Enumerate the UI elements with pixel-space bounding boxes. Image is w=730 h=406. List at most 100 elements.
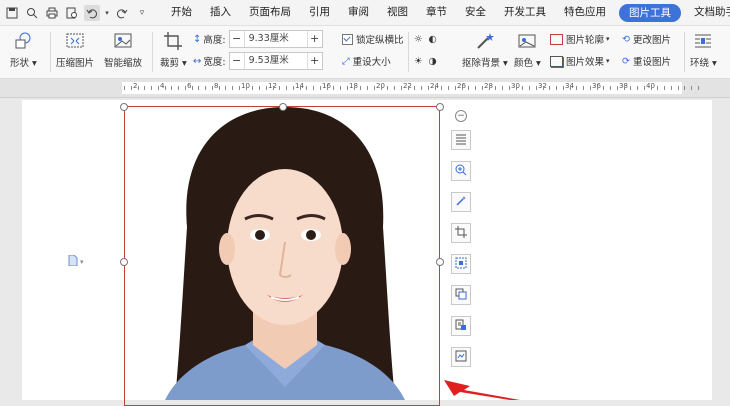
ruler-tick (158, 86, 159, 90)
resize-handle-top[interactable] (279, 103, 287, 111)
paragraph-marker[interactable]: ▾ (68, 254, 84, 269)
ruler-tick (455, 86, 456, 90)
change-picture-button[interactable]: ⟲ 更改图片 (622, 30, 671, 48)
ruler-tick (516, 86, 517, 90)
width-stepper[interactable]: − 9.53厘米 + (228, 52, 323, 70)
menu-bar: ▾ ▿ 开始 插入 页面布局 引用 审阅 视图 章节 安全 开发工具 特色应用 … (0, 0, 730, 26)
width-increase-button[interactable]: + (308, 53, 322, 69)
chevron-down-icon: ▾ (80, 258, 84, 266)
ruler-tick (684, 86, 685, 90)
change-picture-icon: ⟲ (622, 33, 630, 45)
color-palette-icon (516, 30, 538, 52)
print-preview-icon[interactable] (24, 5, 40, 21)
save-icon[interactable] (4, 5, 20, 21)
width-row: ↔ 宽度: − 9.53厘米 + (193, 52, 323, 70)
ruler-tick (529, 86, 530, 90)
picture-effect-label: 图片效果 (566, 57, 605, 68)
tab-sections[interactable]: 章节 (417, 0, 456, 25)
reset-picture-button[interactable]: ⟳ 重设图片 (622, 52, 671, 70)
smart-zoom-button[interactable]: 智能缩放 (104, 26, 142, 69)
ruler-tick (462, 86, 463, 90)
brightness-down-icon[interactable]: ☀ (414, 56, 423, 67)
change-picture-label: 更改图片 (632, 35, 671, 46)
width-label: 宽度: (203, 57, 226, 68)
tab-page-layout[interactable]: 页面布局 (240, 0, 300, 25)
ruler-tick (414, 86, 415, 90)
layout-options-icon (455, 133, 467, 148)
reset-size-button[interactable]: ⤢ 重设大小 (342, 52, 391, 70)
remove-background-button[interactable]: 抠除背景 ▾ (462, 26, 508, 69)
zoom-picture-button[interactable] (451, 161, 471, 181)
layout-options-button[interactable] (451, 130, 471, 150)
undo-icon[interactable] (84, 4, 100, 21)
ruler-tick (475, 86, 476, 90)
height-increase-button[interactable]: + (308, 31, 322, 47)
picture-effect-button[interactable]: 图片效果 ▾ (550, 52, 610, 70)
brightness-controls-2: ☀ ◑ (414, 52, 437, 70)
height-input[interactable]: 9.33厘米 (243, 31, 308, 47)
tab-security[interactable]: 安全 (456, 0, 495, 25)
ruler-tick (664, 86, 665, 90)
brightness-up-icon[interactable]: ☼ (414, 34, 423, 45)
frame-picture-button[interactable] (451, 254, 471, 274)
height-stepper[interactable]: − 9.33厘米 + (228, 30, 323, 48)
resize-handle-right[interactable] (436, 258, 444, 266)
tab-review[interactable]: 审阅 (339, 0, 378, 25)
ruler-tick (333, 86, 334, 90)
vertical-scrollbar[interactable] (716, 100, 730, 400)
convert-picture-button[interactable] (451, 285, 471, 305)
tab-references[interactable]: 引用 (300, 0, 339, 25)
ruler-label: 4 (160, 82, 165, 90)
contrast-up-icon[interactable]: ◐ (429, 34, 437, 45)
tab-view[interactable]: 视图 (378, 0, 417, 25)
remove-background-label: 抠除背景 (462, 58, 501, 69)
lock-aspect-checkbox[interactable]: 锁定纵横比 (342, 30, 404, 48)
tab-doc-assistant[interactable]: 文档助手 (685, 0, 730, 25)
crop-picture-button[interactable] (451, 223, 471, 243)
height-decrease-button[interactable]: − (230, 31, 244, 47)
ruler-tick (185, 86, 186, 90)
crop-button[interactable]: 裁剪 ▾ (160, 26, 187, 69)
ruler-tick (165, 86, 166, 90)
color-button[interactable]: 颜色 ▾ (514, 26, 541, 69)
resize-handle-top-right[interactable] (436, 103, 444, 111)
ruler-tick (610, 86, 611, 90)
zoom-preview-icon[interactable] (64, 5, 80, 21)
ruler-tick (239, 86, 240, 90)
compress-picture-button[interactable]: 压缩图片 (56, 26, 94, 69)
lock-aspect-check-icon (342, 33, 353, 45)
ruler-tick (509, 86, 510, 90)
picture-translate-button[interactable] (451, 347, 471, 367)
tab-developer[interactable]: 开发工具 (495, 0, 555, 25)
contrast-down-icon[interactable]: ◑ (429, 56, 437, 67)
ruler-tick (563, 86, 564, 90)
print-icon[interactable] (44, 5, 60, 21)
ruler-tick (441, 86, 442, 90)
collapse-toolbar-icon[interactable]: − (455, 110, 467, 122)
horizontal-ruler[interactable]: 246810121416182022242628303234363840 (0, 79, 730, 98)
resize-handle-left[interactable] (120, 258, 128, 266)
width-decrease-button[interactable]: − (230, 53, 244, 69)
shape-icon (12, 30, 34, 52)
customize-toolbar-icon[interactable]: ▿ (134, 5, 150, 21)
tab-special[interactable]: 特色应用 (555, 0, 615, 25)
resize-handle-top-left[interactable] (120, 103, 128, 111)
tab-home[interactable]: 开始 (162, 0, 201, 25)
ruler-tick (279, 86, 280, 90)
ruler-tick (556, 86, 557, 90)
redo-icon[interactable] (114, 5, 130, 21)
picture-translate-icon (455, 350, 467, 365)
ruler-tick (171, 86, 172, 90)
picture-to-text-button[interactable] (451, 316, 471, 336)
undo-dropdown-icon[interactable]: ▾ (104, 5, 110, 21)
width-input[interactable]: 9.53厘米 (243, 53, 308, 69)
ruler-tick (300, 86, 301, 90)
shape-button[interactable]: 形状 ▾ (10, 26, 37, 69)
tab-picture-tools[interactable]: 图片工具 (619, 3, 681, 22)
picture-outline-button[interactable]: 图片轮廓 ▾ (550, 30, 610, 48)
tab-insert[interactable]: 插入 (201, 0, 240, 25)
ruler-tick (219, 86, 220, 90)
magic-remove-button[interactable] (451, 192, 471, 212)
ruler-tick (691, 86, 692, 90)
text-wrap-button[interactable]: 环绕 ▾ (690, 26, 717, 69)
